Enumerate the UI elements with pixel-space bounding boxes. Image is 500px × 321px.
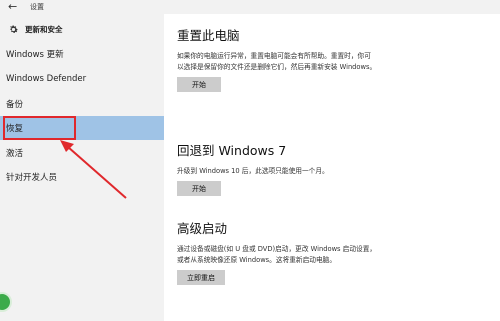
sidebar-item-windows-update[interactable]: Windows 更新: [0, 42, 164, 66]
sidebar-item-windows-defender[interactable]: Windows Defender: [0, 67, 164, 91]
reset-description: 如果你的电脑运行异常，重置电脑可能会有所帮助。重置时，你可 以选择是保留你的文件…: [177, 51, 376, 73]
advanced-startup-title: 高级启动: [177, 221, 228, 236]
advanced-startup-description: 通过设备或磁盘(如 U 盘或 DVD)启动，更改 Windows 启动设置， 或…: [177, 244, 376, 266]
reset-start-button[interactable]: 开始: [177, 77, 221, 92]
advanced-desc-line1: 通过设备或磁盘(如 U 盘或 DVD)启动，更改 Windows 启动设置，: [177, 245, 377, 253]
sidebar-item-activation[interactable]: 激活: [0, 141, 164, 165]
rollback-section: 回退到 Windows 7 升级到 Windows 10 后，此选项只能使用一个…: [177, 140, 329, 196]
main-content: 重置此电脑 如果你的电脑运行异常，重置电脑可能会有所帮助。重置时，你可 以选择是…: [164, 14, 500, 321]
reset-section: 重置此电脑 如果你的电脑运行异常，重置电脑可能会有所帮助。重置时，你可 以选择是…: [177, 25, 376, 92]
restart-now-button[interactable]: 立即重启: [177, 270, 225, 285]
rollback-description: 升级到 Windows 10 后，此选项只能使用一个月。: [177, 167, 329, 175]
section-header: 更新和安全: [8, 22, 63, 36]
rollback-start-button[interactable]: 开始: [177, 181, 221, 196]
back-arrow-icon[interactable]: ←: [8, 1, 17, 13]
reset-title: 重置此电脑: [177, 28, 240, 43]
title-bar: ← 设置: [0, 0, 500, 14]
annotation-highlight-box: [3, 116, 76, 140]
gear-icon: [8, 24, 19, 35]
sidebar-item-backup[interactable]: 备份: [0, 92, 164, 116]
section-title: 更新和安全: [25, 24, 63, 34]
reset-desc-line1: 如果你的电脑运行异常，重置电脑可能会有所帮助。重置时，你可: [177, 52, 371, 60]
sidebar-item-for-developers[interactable]: 针对开发人员: [0, 165, 164, 189]
sidebar-item-label: 备份: [6, 100, 24, 110]
sidebar-item-label: Windows 更新: [6, 50, 64, 60]
sidebar: 更新和安全 Windows 更新 Windows Defender 备份 恢复 …: [0, 14, 164, 321]
rollback-title: 回退到 Windows 7: [177, 143, 287, 158]
reset-desc-line2: 以选择是保留你的文件还是删除它们，然后再重新安装 Windows。: [177, 63, 377, 71]
window-title: 设置: [30, 3, 44, 11]
sidebar-item-label: Windows Defender: [6, 74, 87, 84]
sidebar-item-label: 针对开发人员: [6, 173, 58, 183]
advanced-desc-line2: 或者从系统映像还原 Windows。这将重新启动电脑。: [177, 256, 337, 264]
sidebar-item-label: 激活: [6, 149, 24, 159]
advanced-startup-section: 高级启动 通过设备或磁盘(如 U 盘或 DVD)启动，更改 Windows 启动…: [177, 218, 376, 285]
